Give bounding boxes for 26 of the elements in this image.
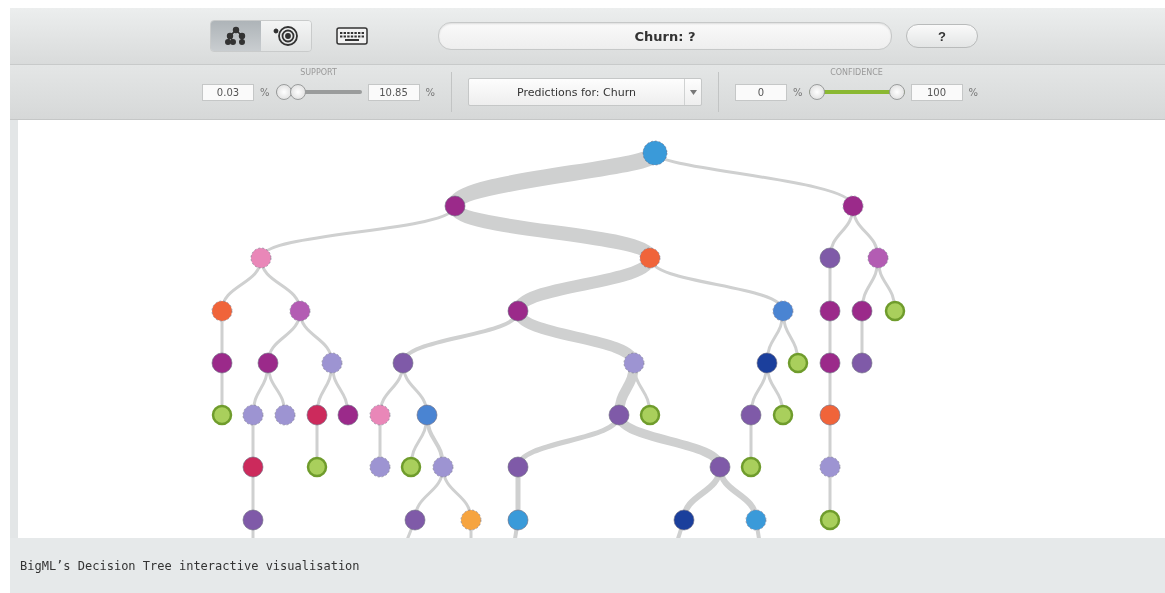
prediction-dropdown[interactable]: Predictions for: Churn xyxy=(468,78,703,106)
range-slider[interactable] xyxy=(808,82,905,102)
view-button[interactable] xyxy=(211,21,261,51)
slider-handle[interactable] xyxy=(808,84,825,100)
prediction-field: Churn: ? xyxy=(438,22,892,50)
figure-caption: BigML’s Decision Tree interactive visualisation xyxy=(10,538,1165,593)
slider-handle[interactable] xyxy=(275,84,292,100)
percent-unit: % xyxy=(968,86,979,98)
percent-unit: % xyxy=(793,86,803,98)
view-button[interactable] xyxy=(261,21,311,51)
slider-handle[interactable] xyxy=(289,84,306,100)
keyboard-icon xyxy=(336,26,368,46)
maximum-field[interactable]: 10.85 xyxy=(367,83,420,101)
tree-icon xyxy=(225,26,247,46)
slider-label: SUPPORT xyxy=(300,68,337,78)
caret-icon xyxy=(689,89,697,95)
percent-unit: % xyxy=(260,86,270,98)
sunburst-icon xyxy=(273,25,299,47)
maximum-field[interactable]: 100 xyxy=(910,83,963,101)
range-slider[interactable] xyxy=(275,82,362,102)
slider-label: CONFIDENCE xyxy=(830,68,883,78)
help-button[interactable]: ? xyxy=(906,24,978,48)
minimum-field[interactable]: 0.03 xyxy=(202,83,254,101)
minimum-field[interactable]: 0 xyxy=(735,83,788,101)
percent-unit: % xyxy=(425,86,436,98)
slider-handle[interactable] xyxy=(888,84,905,100)
